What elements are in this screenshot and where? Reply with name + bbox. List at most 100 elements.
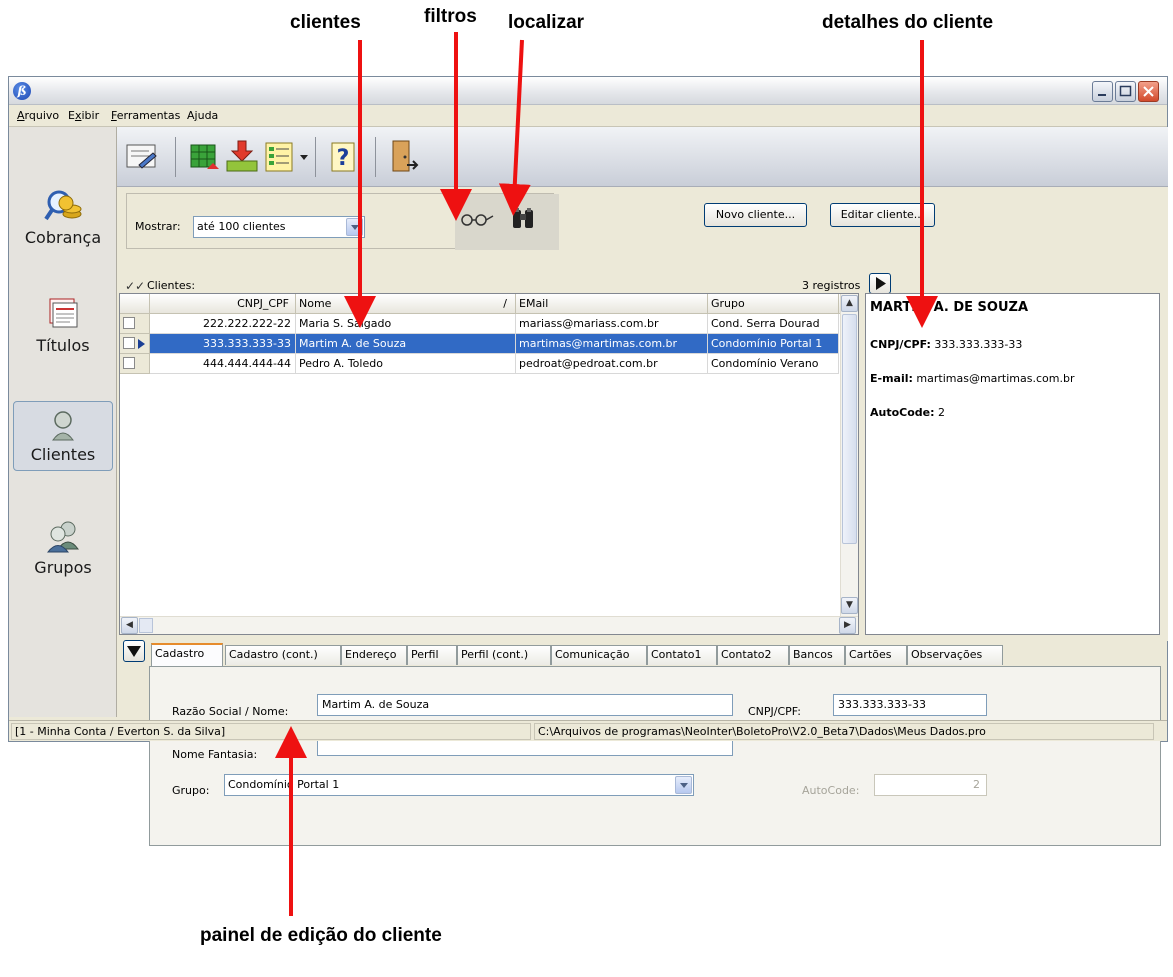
binoculars-icon[interactable] [509, 206, 539, 232]
maximize-icon[interactable] [1115, 81, 1136, 102]
scroll-up-icon[interactable]: ▲ [841, 295, 858, 312]
menu-arquivo-key: A [17, 109, 25, 122]
tab-comunicacao[interactable]: Comunicação [551, 645, 647, 665]
collapse-panel-button[interactable] [123, 640, 145, 662]
row-marker [120, 354, 150, 374]
row-checkbox[interactable] [123, 357, 135, 369]
glasses-icon[interactable] [455, 208, 499, 232]
current-row-icon [138, 339, 145, 349]
tab-observacoes[interactable]: Observações [907, 645, 1003, 665]
cell-nome: Maria S. Salgado [296, 314, 516, 334]
column-header-nome[interactable]: Nome / [296, 294, 516, 314]
client-details-panel: MARTIM A. DE SOUZA CNPJ/CPF: 333.333.333… [865, 293, 1160, 635]
new-client-button[interactable]: Novo cliente... [704, 203, 807, 227]
check-icon: ✓✓ [125, 279, 146, 293]
tab-contato2[interactable]: Contato2 [717, 645, 789, 665]
edit-form-area: Razão Social / Nome: Martim A. de Souza … [150, 667, 1160, 845]
tab-cadastro[interactable]: Cadastro [151, 643, 223, 666]
row-marker [120, 314, 150, 334]
tab-perfil-cont[interactable]: Perfil (cont.) [457, 645, 551, 665]
tab-perfil[interactable]: Perfil [407, 645, 457, 665]
help-icon[interactable]: ? [327, 139, 361, 175]
cnpj-input-value: 333.333.333-33 [838, 698, 926, 711]
sidebar-item-grupos[interactable]: Grupos [13, 513, 113, 583]
show-select-value: até 100 clientes [197, 220, 286, 233]
cell-grupo: Condomínio Verano [708, 354, 839, 374]
menu-exibir-pre: E [68, 109, 75, 122]
sidebar-item-cobranca[interactable]: Cobrança [13, 183, 113, 253]
details-title: MARTIM A. DE SOUZA [870, 300, 1029, 315]
menu-exibir[interactable]: Exibir [68, 109, 99, 122]
menu-ajuda[interactable]: Ajuda [187, 109, 218, 122]
vertical-scrollbar[interactable]: ▲ ▼ [840, 294, 858, 616]
tab-endereco[interactable]: Endereço [341, 645, 407, 665]
cell-email: mariass@mariass.com.br [516, 314, 708, 334]
triangle-down-icon [127, 646, 141, 657]
razao-input[interactable]: Martim A. de Souza [317, 694, 733, 716]
column-header-grupo[interactable]: Grupo [708, 294, 839, 314]
tab-cartoes[interactable]: Cartões [845, 645, 907, 665]
table-row[interactable]: 444.444.444-44 Pedro A. Toledo pedroat@p… [120, 354, 839, 374]
form-edit-icon[interactable] [125, 139, 159, 175]
cell-grupo: Condomínio Portal 1 [708, 334, 839, 354]
record-count: 3 registros [802, 279, 861, 292]
chevron-down-icon[interactable] [675, 776, 692, 794]
sidebar-item-titulos[interactable]: Títulos [13, 291, 113, 361]
table-row-selected[interactable]: 333.333.333-33 Martim A. de Souza martim… [120, 334, 839, 354]
grupo-select[interactable]: Condomínio Portal 1 [224, 774, 694, 796]
toolbar-separator [315, 137, 316, 177]
scroll-left-icon[interactable]: ◀ [121, 617, 138, 634]
title-bar[interactable]: ß [9, 77, 1167, 105]
close-icon[interactable] [1138, 81, 1159, 102]
filter-buttons [455, 194, 559, 250]
row-marker-header [120, 294, 150, 314]
table-row[interactable]: 222.222.222-22 Maria S. Salgado mariass@… [120, 314, 839, 334]
list-view-icon[interactable] [263, 139, 297, 175]
razao-label: Razão Social / Nome: [172, 705, 289, 718]
details-cnpj-label: CNPJ/CPF: [870, 338, 931, 351]
app-window: ß Arquivo Exibir Ferramentas Ajuda Cobra… [8, 76, 1168, 846]
toggle-details-button[interactable] [869, 273, 891, 294]
sidebar-item-label: Títulos [36, 336, 90, 355]
menu-ferramentas[interactable]: Ferramentas [111, 109, 180, 122]
play-right-icon [876, 277, 886, 290]
tab-contato1[interactable]: Contato1 [647, 645, 717, 665]
chevron-down-icon[interactable] [346, 218, 363, 236]
cnpj-input[interactable]: 333.333.333-33 [833, 694, 987, 716]
status-bar: [1 - Minha Conta / Everton S. da Silva] … [9, 720, 1167, 741]
column-header-cnpj[interactable]: CNPJ_CPF [150, 294, 296, 314]
download-icon[interactable] [225, 139, 259, 175]
column-header-email[interactable]: EMail [516, 294, 708, 314]
sidebar-item-label: Grupos [34, 558, 92, 577]
tab-cadastro-cont[interactable]: Cadastro (cont.) [225, 645, 341, 665]
table-header: CNPJ_CPF Nome / EMail Grupo [120, 294, 858, 314]
person-icon [52, 411, 74, 441]
edit-client-button[interactable]: Editar cliente... [830, 203, 935, 227]
chevron-down-icon[interactable] [297, 139, 311, 175]
sidebar-item-clientes[interactable]: Clientes [13, 401, 113, 471]
exit-door-icon[interactable] [387, 139, 421, 175]
scroll-thumb[interactable] [842, 314, 857, 544]
sidebar-item-label: Clientes [30, 445, 96, 464]
row-checkbox[interactable] [123, 317, 135, 329]
grid-export-icon[interactable] [187, 139, 221, 175]
scroll-thumb-horizontal[interactable] [139, 618, 153, 633]
callout-filtros: filtros [424, 6, 477, 27]
tab-bancos[interactable]: Bancos [789, 645, 845, 665]
row-checkbox[interactable] [123, 337, 135, 349]
autocode-input-value: 2 [973, 778, 980, 791]
minimize-icon[interactable] [1092, 81, 1113, 102]
autocode-input: 2 [874, 774, 987, 796]
show-select[interactable]: até 100 clientes [193, 216, 365, 238]
scroll-down-icon[interactable]: ▼ [841, 597, 858, 614]
scroll-right-icon[interactable]: ▶ [839, 617, 856, 634]
details-autocode-row: AutoCode: 2 [870, 406, 945, 419]
details-email-value: martimas@martimas.com.br [916, 372, 1075, 385]
magnifier-coins-icon [44, 190, 82, 221]
horizontal-scrollbar[interactable]: ◀ ▶ [120, 616, 858, 634]
clients-table[interactable]: CNPJ_CPF Nome / EMail Grupo 222.222.222-2… [119, 293, 859, 635]
details-email-row: E-mail: martimas@martimas.com.br [870, 372, 1074, 385]
toolbar-separator [375, 137, 376, 177]
cnpj-label: CNPJ/CPF: [748, 705, 801, 718]
menu-arquivo[interactable]: Arquivo [17, 109, 59, 122]
